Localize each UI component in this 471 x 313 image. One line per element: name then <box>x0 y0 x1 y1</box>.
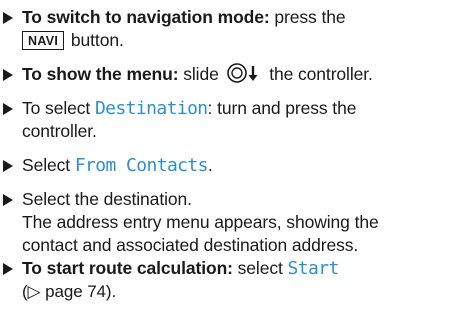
step-lead: To show the menu: <box>22 64 179 84</box>
page-reference: (▷ page 74). <box>22 282 117 301</box>
step-lead: To switch to navigation mode: <box>22 7 270 27</box>
step-text: . <box>207 155 213 175</box>
step-line2: NAVI button. <box>22 29 345 52</box>
step-result-line: contact and associated destination addre… <box>22 235 359 255</box>
triangle-bullet-icon <box>2 97 16 120</box>
step-text: the controller. <box>264 64 373 84</box>
display-item-start: Start <box>287 258 340 279</box>
display-item-destination: Destination <box>94 98 208 119</box>
triangle-bullet-icon <box>2 154 16 177</box>
step-result-line: The address entry menu appears, showing … <box>22 212 379 232</box>
step-text: slide <box>178 64 224 84</box>
step-line2: controller. <box>22 121 97 141</box>
triangle-bullet-icon <box>2 63 16 86</box>
navi-button-key: NAVI <box>22 31 65 50</box>
step-text: To select <box>22 98 95 118</box>
triangle-bullet-icon <box>2 188 16 211</box>
display-item-from-contacts: From Contacts <box>74 155 209 176</box>
triangle-bullet-icon <box>2 6 16 29</box>
step-text: press the <box>269 7 346 27</box>
triangle-bullet-icon <box>2 257 16 280</box>
step-text: select <box>232 258 288 278</box>
instruction-page: To switch to navigation mode: press the … <box>0 0 471 313</box>
step-text: Select the destination. <box>22 189 192 209</box>
step-text: button. <box>66 30 124 50</box>
step-lead: To start route calculation: <box>22 258 233 278</box>
controller-slide-down-icon <box>226 63 262 89</box>
step-text: : turn and press the <box>207 98 357 118</box>
step-text: Select <box>22 155 75 175</box>
